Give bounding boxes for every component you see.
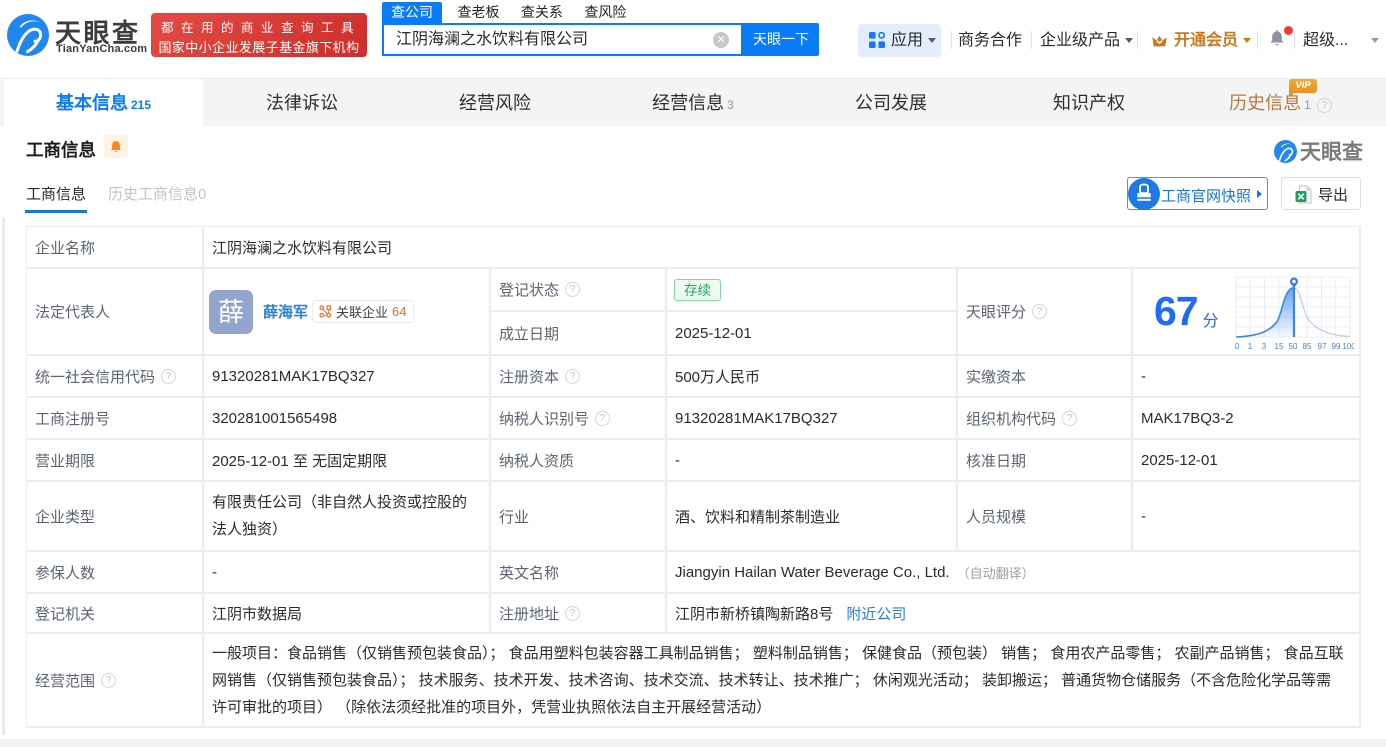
svg-text:1: 1: [1247, 342, 1252, 351]
svg-text:99: 99: [1331, 342, 1340, 351]
svg-text:97: 97: [1317, 342, 1326, 351]
svg-text:50: 50: [1288, 342, 1297, 351]
svg-text:15: 15: [1274, 342, 1283, 351]
svg-text:3: 3: [1261, 342, 1266, 351]
svg-text:85: 85: [1302, 342, 1311, 351]
svg-text:0: 0: [1234, 342, 1239, 351]
svg-text:100: 100: [1342, 342, 1354, 351]
